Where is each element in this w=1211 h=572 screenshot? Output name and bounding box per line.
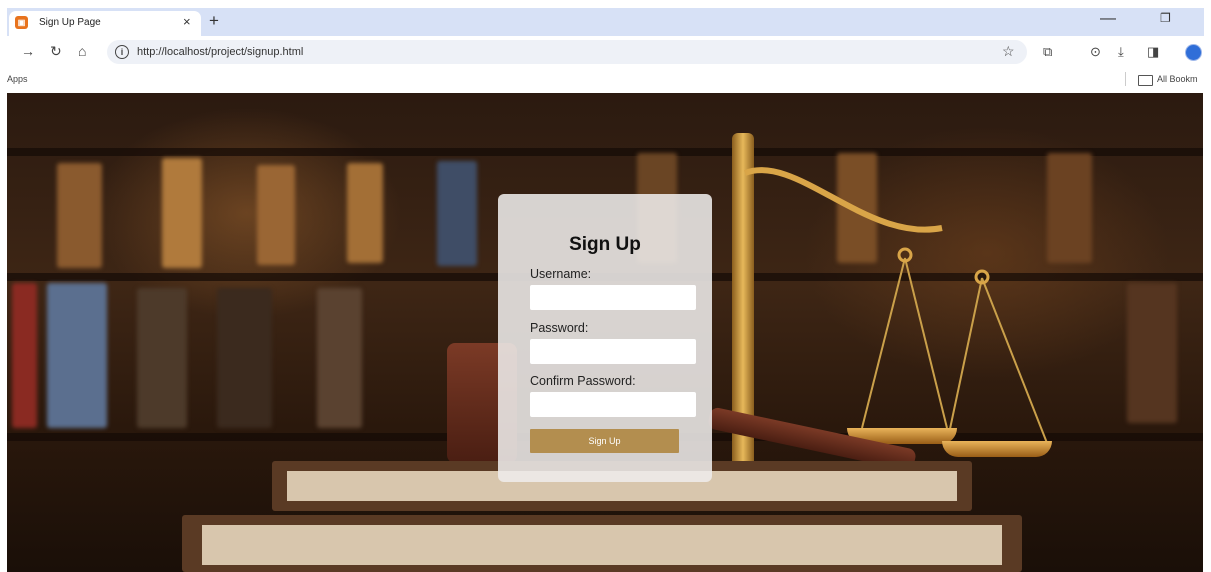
- confirm-password-label: Confirm Password:: [530, 374, 636, 388]
- tab-strip: ▣ Sign Up Page × + — ❐: [7, 8, 1204, 36]
- book-pages: [202, 525, 1002, 565]
- username-input[interactable]: [530, 285, 696, 310]
- sign-up-button[interactable]: Sign Up: [530, 429, 679, 453]
- close-tab-icon[interactable]: ×: [183, 14, 191, 29]
- extensions-icon[interactable]: ⧉: [1043, 44, 1052, 60]
- tab-sign-up-page[interactable]: ▣ Sign Up Page ×: [9, 11, 201, 36]
- forward-icon[interactable]: →: [21, 43, 35, 59]
- signup-title: Sign Up: [569, 234, 641, 255]
- side-panel-icon[interactable]: ◨: [1147, 44, 1159, 60]
- bookmarks-bar: Apps All Bookm: [0, 68, 1211, 92]
- bookmarks-divider: [1125, 72, 1126, 86]
- signup-form-card: Sign Up Username: Password: Confirm Pass…: [498, 194, 712, 482]
- home-icon[interactable]: ⌂: [78, 43, 86, 59]
- tab-title: Sign Up Page: [39, 17, 101, 28]
- reload-icon[interactable]: ↻: [50, 43, 62, 60]
- password-input[interactable]: [530, 339, 696, 364]
- minimize-icon[interactable]: —: [1100, 10, 1116, 28]
- page-favicon-icon: ▣: [15, 16, 28, 29]
- download-icon[interactable]: ⤓: [1118, 44, 1124, 60]
- restore-icon[interactable]: ❐: [1160, 11, 1171, 25]
- profile-avatar[interactable]: [1185, 44, 1202, 61]
- confirm-password-input[interactable]: [530, 392, 696, 417]
- apps-link[interactable]: Apps: [7, 74, 28, 84]
- all-bookmarks-link[interactable]: All Bookm: [1157, 74, 1198, 84]
- url-text[interactable]: http://localhost/project/signup.html: [137, 46, 303, 58]
- folder-icon: [1138, 75, 1153, 86]
- new-tab-icon[interactable]: +: [209, 11, 219, 31]
- scale-pan: [942, 441, 1052, 457]
- username-label: Username:: [530, 267, 592, 281]
- media-icon[interactable]: ⊙: [1090, 44, 1101, 60]
- password-label: Password:: [530, 321, 589, 335]
- bookmark-star-icon[interactable]: ☆: [1002, 43, 1015, 60]
- browser-toolbar: → ↻ ⌂ i http://localhost/project/signup.…: [7, 36, 1204, 68]
- site-info-icon[interactable]: i: [115, 45, 129, 59]
- address-bar[interactable]: i http://localhost/project/signup.html ☆: [107, 40, 1027, 64]
